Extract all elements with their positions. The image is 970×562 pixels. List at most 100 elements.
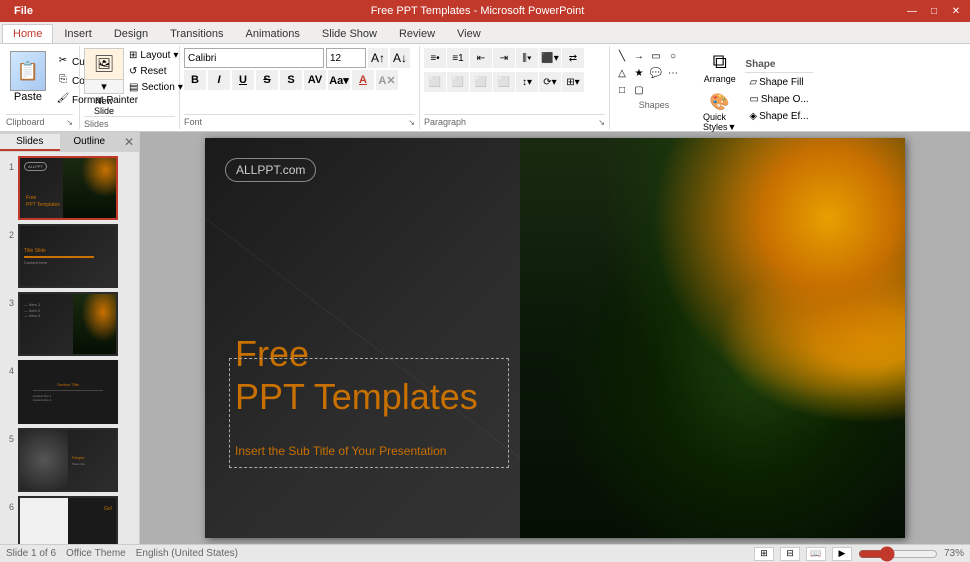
slide-thumb-1[interactable]: 1 FreePPT Templates ALLPPT: [4, 156, 135, 220]
tab-animations[interactable]: Animations: [235, 24, 311, 43]
shape-rounded[interactable]: ▢: [631, 82, 647, 98]
decrease-indent-button[interactable]: ⇤: [470, 48, 492, 68]
shape-box[interactable]: □: [614, 82, 630, 98]
slide-image-2[interactable]: Title Slide Content here: [18, 224, 118, 288]
panel-tab-slides[interactable]: Slides: [0, 134, 60, 151]
tab-insert[interactable]: Insert: [53, 24, 103, 43]
tab-transitions[interactable]: Transitions: [159, 24, 234, 43]
shape-star[interactable]: ★: [631, 65, 647, 81]
slide-flowers: [520, 138, 905, 538]
shape-arrow[interactable]: →: [631, 48, 647, 64]
align-center-button[interactable]: ⬜: [447, 72, 469, 92]
slides-buttons: ⊞ Layout▾ ↺ Reset ▤ Section▾: [126, 48, 186, 95]
text-align-button[interactable]: ⊞▾: [562, 72, 584, 92]
text-direction-button[interactable]: ⟳▾: [539, 72, 561, 92]
tab-design[interactable]: Design: [103, 24, 159, 43]
shape-outline-button[interactable]: ▭ Shape O...: [745, 92, 812, 107]
shape-oval[interactable]: ○: [665, 48, 681, 64]
quick-styles-button[interactable]: 🎨 QuickStyles▼: [698, 89, 741, 135]
tab-review[interactable]: Review: [388, 24, 446, 43]
new-slide-label: NewSlide: [94, 96, 114, 116]
file-tab[interactable]: File: [4, 0, 43, 22]
reading-view-button[interactable]: 📖: [806, 547, 826, 561]
slide-thumb-4[interactable]: 4 Section Title Content line 1Content li…: [4, 360, 135, 424]
panel-tab-outline[interactable]: Outline: [60, 134, 120, 151]
arrange-button[interactable]: ⧉ Arrange: [698, 48, 741, 87]
tab-slideshow[interactable]: Slide Show: [311, 24, 388, 43]
slide-thumb-3[interactable]: 3 — Item 1— Item 2— Item 3: [4, 292, 135, 356]
new-slide-top[interactable]: 🖼: [84, 48, 124, 80]
columns-button[interactable]: ⫼▾: [516, 48, 538, 68]
slide-panel: Slides Outline ✕ 1 FreePPT Templates ALL…: [0, 132, 140, 544]
slide-num-4: 4: [4, 366, 14, 376]
slide-image-4[interactable]: Section Title Content line 1Content line…: [18, 360, 118, 424]
arrange-label: Arrange: [704, 74, 736, 84]
align-right-button[interactable]: ⬜: [470, 72, 492, 92]
font-decrease-button[interactable]: A↓: [390, 48, 410, 68]
slide-thumb-6[interactable]: 6 Go!: [4, 496, 135, 544]
char-spacing-button[interactable]: AV: [304, 70, 326, 90]
slide-sorter-button[interactable]: ⊟: [780, 547, 800, 561]
shape-tri[interactable]: △: [614, 65, 630, 81]
increase-indent-button[interactable]: ⇥: [493, 48, 515, 68]
paragraph-dialog-arrow[interactable]: ↘: [598, 118, 605, 127]
align-justify-button[interactable]: ⬜: [493, 72, 515, 92]
numbering-button[interactable]: ≡1: [447, 48, 469, 68]
zoom-slider[interactable]: [858, 550, 938, 558]
bold-button[interactable]: B: [184, 70, 206, 90]
underline-button[interactable]: U: [232, 70, 254, 90]
slide-image-1[interactable]: FreePPT Templates ALLPPT: [18, 156, 118, 220]
close-button[interactable]: ✕: [946, 3, 966, 19]
section-button[interactable]: ▤ Section▾: [126, 80, 186, 95]
shape-fill-button[interactable]: ▱ Shape Fill: [745, 75, 812, 90]
slide-thumb-2[interactable]: 2 Title Slide Content here: [4, 224, 135, 288]
strikethrough-button[interactable]: S: [256, 70, 278, 90]
paste-button[interactable]: 📋 Paste: [6, 48, 50, 114]
font-name-input[interactable]: [184, 48, 324, 68]
line-spacing-button[interactable]: ↕▾: [516, 72, 538, 92]
shape-callout[interactable]: 💬: [648, 65, 664, 81]
slide-image-3[interactable]: — Item 1— Item 2— Item 3: [18, 292, 118, 356]
slideshow-button[interactable]: ▶: [832, 547, 852, 561]
slide-image-5[interactable]: People Team info: [18, 428, 118, 492]
reset-button[interactable]: ↺ Reset: [126, 64, 186, 79]
convert-button[interactable]: ⇄: [562, 48, 584, 68]
slide-title[interactable]: Free PPT Templates: [235, 332, 478, 418]
clipboard-dialog-arrow[interactable]: ↘: [66, 118, 73, 127]
slide-subtitle[interactable]: Insert the Sub Title of Your Presentatio…: [235, 444, 446, 458]
new-slide-dropdown[interactable]: ▾: [84, 80, 124, 94]
shadow-button[interactable]: S: [280, 70, 302, 90]
close-panel-button[interactable]: ✕: [119, 132, 139, 152]
tab-view[interactable]: View: [446, 24, 492, 43]
slide-image-6[interactable]: Go!: [18, 496, 118, 544]
font-increase-button[interactable]: A↑: [368, 48, 388, 68]
scissors-icon: ✂: [56, 55, 70, 69]
shape-header: Shape: [745, 59, 812, 73]
change-case-button[interactable]: Aa▾: [328, 70, 350, 90]
font-color-button[interactable]: A: [352, 70, 374, 90]
shape-rect[interactable]: ▭: [648, 48, 664, 64]
shape-options: Shape ▱ Shape Fill ▭ Shape O... ◈ Shape …: [745, 48, 812, 135]
font-size-input[interactable]: [326, 48, 366, 68]
main-slide-canvas[interactable]: ALLPPT.com Free PPT Templates Insert the…: [205, 138, 905, 538]
zoom-level: 73%: [944, 548, 964, 559]
normal-view-button[interactable]: ⊞: [754, 547, 774, 561]
clear-format-button[interactable]: A✕: [376, 70, 398, 90]
minimize-button[interactable]: —: [902, 3, 922, 19]
shape-line[interactable]: ╲: [614, 48, 630, 64]
maximize-button[interactable]: □: [924, 3, 944, 19]
shape-more[interactable]: ⋯: [665, 65, 681, 81]
font-label: Font: [184, 117, 202, 127]
layout-button[interactable]: ⊞ Layout▾: [126, 48, 186, 63]
slide-num-2: 2: [4, 230, 14, 240]
shape-fill-icon: ▱: [749, 77, 757, 88]
italic-button[interactable]: I: [208, 70, 230, 90]
slide-thumb-5[interactable]: 5 People Team info: [4, 428, 135, 492]
paragraph-label: Paragraph: [424, 117, 466, 127]
smart-art-button[interactable]: ⬛▾: [539, 48, 561, 68]
tab-home[interactable]: Home: [2, 24, 53, 43]
bullets-button[interactable]: ≡•: [424, 48, 446, 68]
shape-effects-button[interactable]: ◈ Shape Ef...: [745, 109, 812, 124]
align-left-button[interactable]: ⬜: [424, 72, 446, 92]
font-dialog-arrow[interactable]: ↘: [408, 118, 415, 127]
